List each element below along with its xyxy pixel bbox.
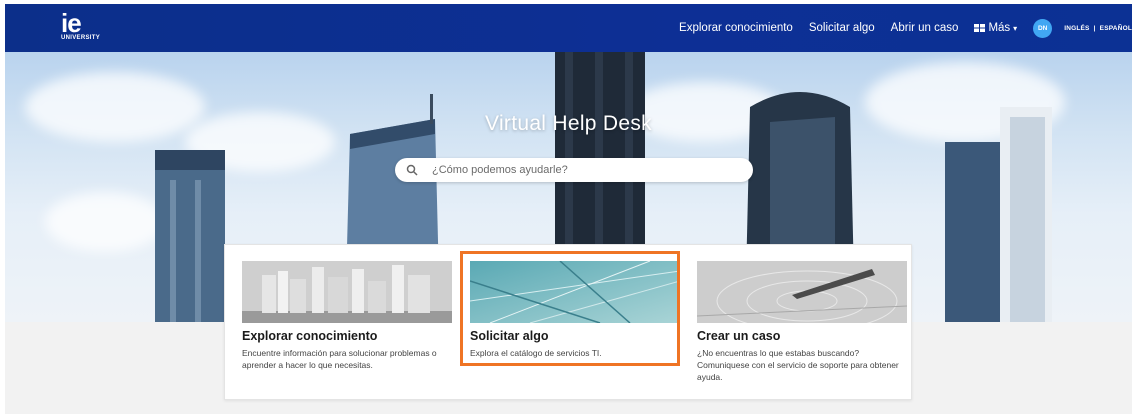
card-explorar-conocimiento[interactable]: Explorar conocimiento Encuentre informac…: [242, 261, 452, 371]
card-title: Solicitar algo: [470, 329, 549, 343]
lang-option-ingles[interactable]: INGLÉS: [1064, 25, 1089, 32]
ie-university-logo[interactable]: ie UNIVERSITY: [61, 8, 101, 41]
logo-sub-text: UNIVERSITY: [61, 35, 101, 41]
card-description: ¿No encuentras lo que estabas buscando? …: [697, 348, 899, 382]
lang-option-espanol[interactable]: ESPAÑOL: [1100, 25, 1132, 32]
tower-left-image: [155, 150, 225, 322]
logo-main-text: ie: [61, 8, 82, 38]
caret-down-icon: ▾: [1013, 23, 1018, 33]
grid-icon: [974, 24, 986, 32]
search-icon[interactable]: [406, 164, 418, 176]
nav-menu: Explorar conocimiento Solicitar algo Abr…: [663, 4, 1132, 52]
card-description: Encuentre información para solucionar pr…: [242, 348, 437, 370]
hero-title: Virtual Help Desk: [485, 112, 652, 135]
card-title: Explorar conocimiento: [242, 329, 378, 343]
language-switcher: INGLÉS | ESPAÑOL: [1064, 25, 1132, 32]
nav-solicitar-algo[interactable]: Solicitar algo: [809, 22, 875, 34]
search-input[interactable]: [430, 163, 734, 177]
cards-panel: Explorar conocimiento Encuentre informac…: [224, 244, 912, 400]
user-avatar[interactable]: DN: [1033, 18, 1053, 38]
nav-explorar-conocimiento[interactable]: Explorar conocimiento: [679, 22, 793, 34]
card-description: Explora el catálogo de servicios TI.: [470, 348, 602, 358]
nav-more-dropdown[interactable]: Más ▾: [974, 22, 1017, 34]
card-crear-un-caso[interactable]: Crear un caso ¿No encuentras lo que esta…: [697, 261, 907, 383]
blueprint-image: [470, 261, 680, 323]
nav-more-label: Más: [988, 22, 1011, 34]
search-bar: [395, 158, 753, 182]
pen-image: [697, 261, 907, 323]
lang-separator: |: [1093, 24, 1096, 32]
card-title: Crear un caso: [697, 329, 781, 343]
card-solicitar-algo[interactable]: Solicitar algo Explora el catálogo de se…: [470, 261, 680, 359]
bookshelf-image: [242, 261, 452, 323]
nav-abrir-un-caso[interactable]: Abrir un caso: [891, 22, 959, 34]
top-navigation-bar: ie UNIVERSITY Explorar conocimiento Soli…: [5, 4, 1132, 52]
cloud-shape: [45, 192, 165, 252]
